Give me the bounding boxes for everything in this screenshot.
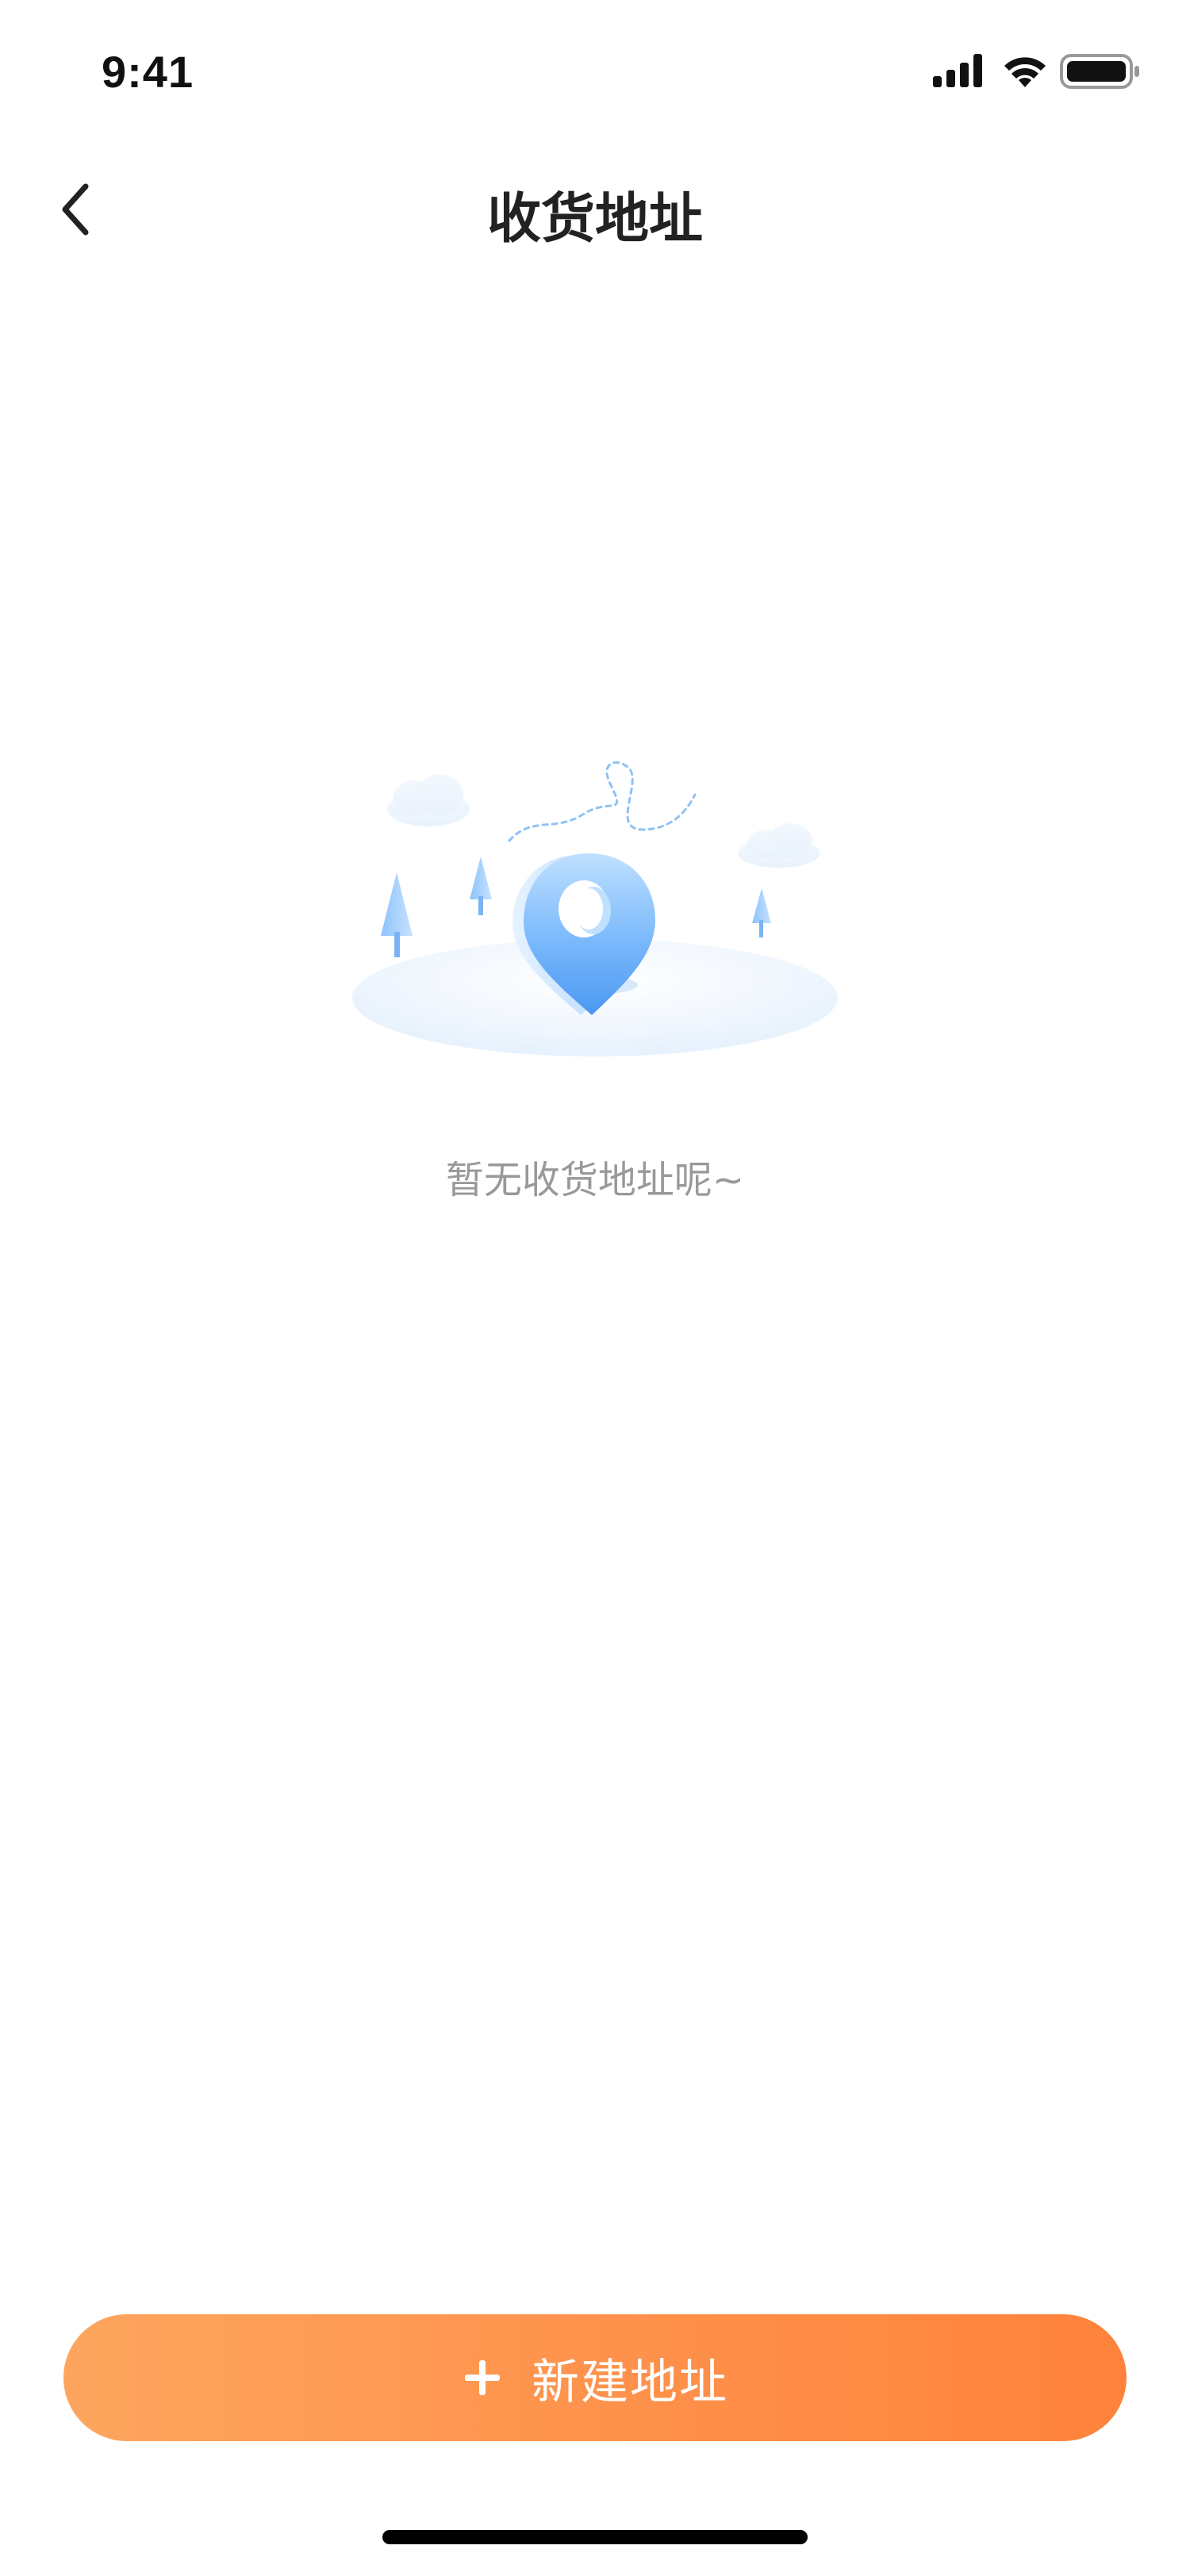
tree-mid bbox=[470, 857, 492, 915]
page-title: 收货地址 bbox=[486, 188, 703, 251]
status-icons bbox=[933, 54, 1139, 89]
home-indicator bbox=[382, 2530, 808, 2544]
empty-state-message: 暂无收货地址呢~ bbox=[445, 1158, 745, 1202]
wifi-icon bbox=[1004, 57, 1046, 87]
tree-left bbox=[381, 872, 413, 957]
path-dotted-line bbox=[508, 761, 697, 842]
cloud-right bbox=[738, 823, 820, 868]
nav-bar: 收货地址 bbox=[0, 143, 1190, 270]
status-bar: 9:41 bbox=[0, 0, 1190, 143]
signal-icon bbox=[933, 54, 982, 87]
add-address-label: 新建地址 bbox=[532, 2355, 728, 2409]
tree-right bbox=[752, 888, 771, 937]
battery-icon bbox=[1060, 54, 1139, 89]
status-time: 9:41 bbox=[102, 47, 194, 97]
plus-icon bbox=[465, 2360, 500, 2395]
add-address-button[interactable]: 新建地址 bbox=[63, 2314, 1127, 2441]
location-pin-illustration bbox=[352, 761, 838, 1056]
cloud-left bbox=[387, 774, 470, 826]
